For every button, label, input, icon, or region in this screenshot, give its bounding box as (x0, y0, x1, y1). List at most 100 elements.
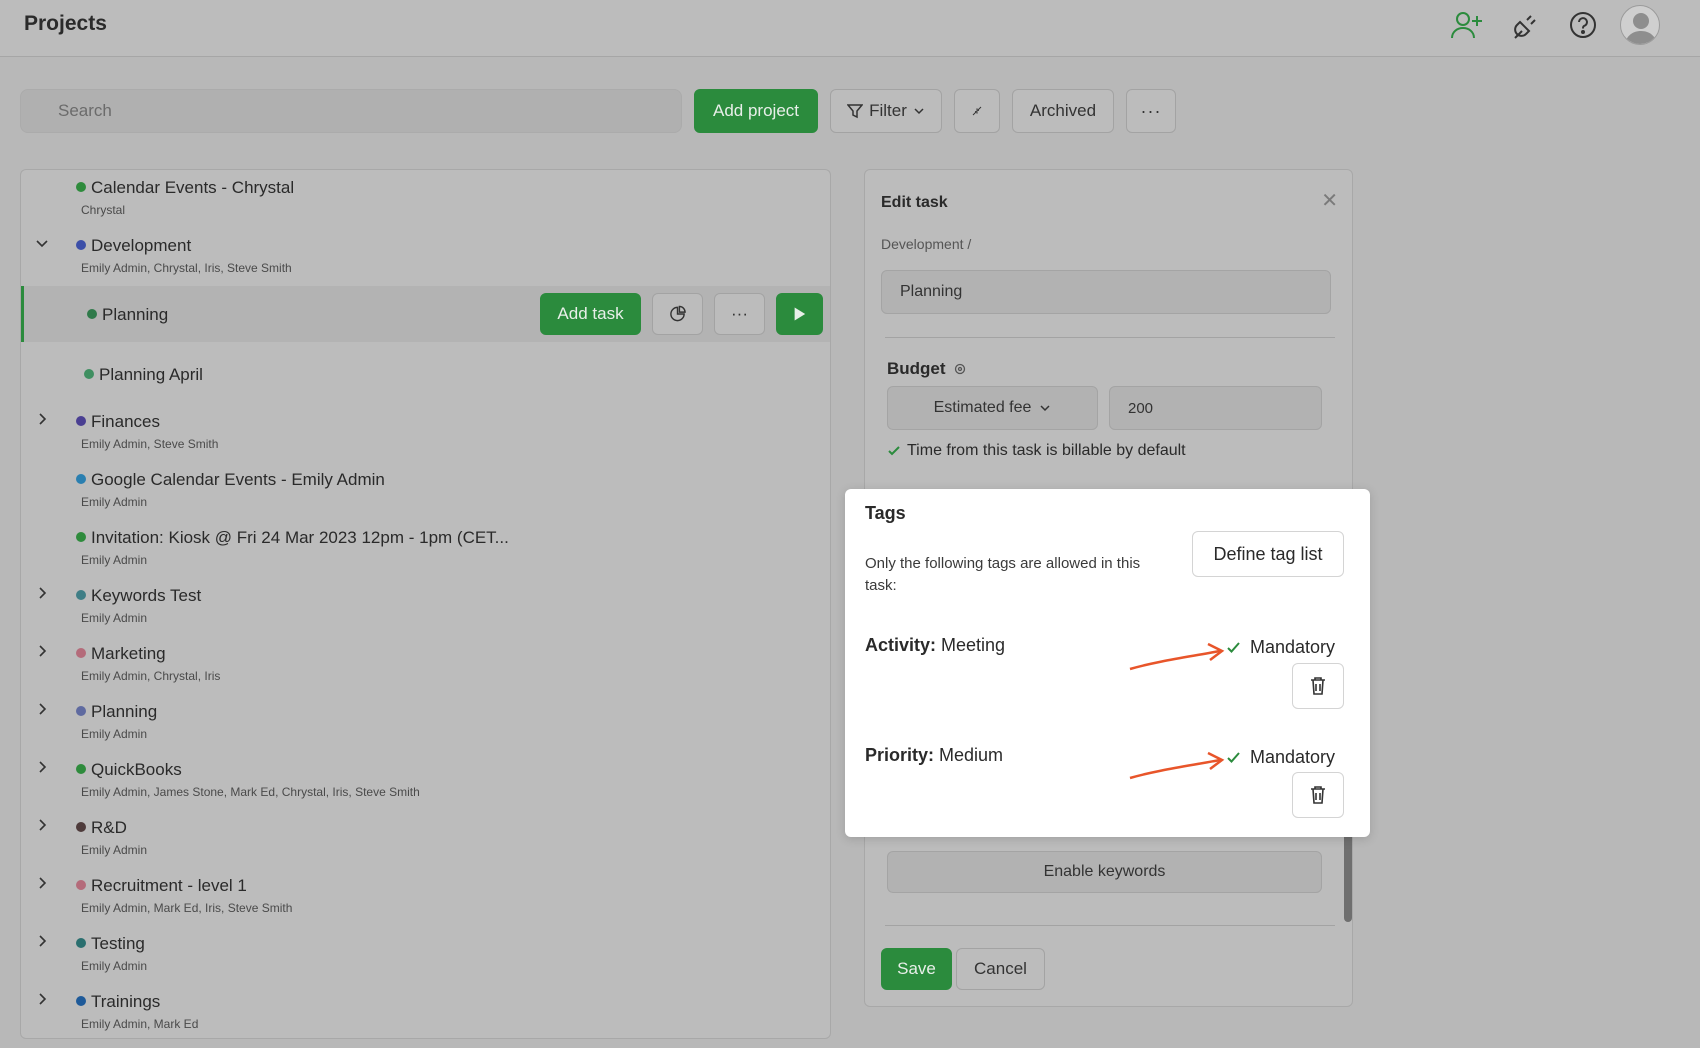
more-button[interactable]: ··· (1126, 89, 1176, 133)
collapse-button[interactable] (954, 89, 1000, 133)
checkbox-checked-icon (1226, 750, 1241, 765)
project-name: Marketing (76, 644, 166, 664)
chevron-right-icon[interactable] (35, 412, 49, 430)
color-dot (76, 706, 86, 716)
pie-chart-icon (670, 305, 686, 322)
chevron-right-icon[interactable] (35, 702, 49, 720)
project-name: Google Calendar Events - Emily Admin (76, 470, 385, 490)
project-members: Emily Admin (81, 727, 148, 741)
help-icon[interactable] (1562, 4, 1604, 46)
project-name: Keywords Test (76, 586, 201, 606)
avatar[interactable] (1620, 5, 1660, 45)
add-project-button[interactable]: Add project (694, 89, 818, 133)
budget-value-input[interactable]: 200 (1109, 386, 1322, 430)
save-button[interactable]: Save (881, 948, 952, 990)
project-name: Development (76, 236, 191, 256)
project-members: Emily Admin, Mark Ed, Iris, Steve Smith (81, 901, 293, 915)
task-name: Planning April (84, 365, 203, 385)
enable-keywords-button[interactable]: Enable keywords (887, 851, 1322, 893)
project-name: Planning (76, 702, 157, 722)
task-name-field[interactable]: Planning (881, 270, 1331, 314)
task-row-selected[interactable]: Planning Add task ··· (21, 286, 830, 342)
color-dot (76, 240, 86, 250)
enable-keywords-label: Enable keywords (1043, 863, 1166, 880)
budget-label: Budget (887, 359, 966, 379)
delete-tag-button[interactable] (1292, 772, 1344, 818)
color-dot (76, 822, 86, 832)
chevron-down-icon[interactable] (35, 236, 49, 254)
billable-label: Time from this task is billable by defau… (907, 442, 1186, 459)
start-timer-button[interactable] (776, 293, 823, 335)
color-dot (76, 880, 86, 890)
divider (885, 925, 1335, 926)
breadcrumb: Development / (881, 236, 972, 252)
mandatory-label: Mandatory (1250, 747, 1336, 767)
color-dot (76, 416, 86, 426)
delete-tag-button[interactable] (1292, 663, 1344, 709)
project-members: Emily Admin, Chrystal, Iris (81, 669, 221, 683)
color-dot (76, 938, 86, 948)
chevron-right-icon[interactable] (35, 876, 49, 894)
task-more-button[interactable]: ··· (714, 293, 765, 335)
chevron-right-icon[interactable] (35, 818, 49, 836)
chevron-down-icon (1040, 405, 1050, 412)
chevron-right-icon[interactable] (35, 644, 49, 662)
color-dot (76, 996, 86, 1006)
budget-chart-button[interactable] (652, 293, 703, 335)
add-task-button[interactable]: Add task (540, 293, 641, 335)
close-icon[interactable]: ✕ (1321, 188, 1338, 213)
cancel-button[interactable]: Cancel (956, 948, 1045, 990)
chevron-right-icon[interactable] (35, 586, 49, 604)
project-members: Emily Admin (81, 495, 148, 509)
color-dot (76, 590, 86, 600)
page-title: Projects (24, 12, 107, 35)
budget-type-select[interactable]: Estimated fee (887, 386, 1098, 430)
top-icons (1446, 4, 1660, 46)
checkbox-checked-icon (1226, 640, 1241, 655)
mandatory-label: Mandatory (1250, 637, 1336, 657)
add-user-icon[interactable] (1446, 4, 1488, 46)
top-bar: Projects (0, 0, 1700, 57)
mandatory-checkbox[interactable]: Mandatory (1226, 637, 1335, 658)
color-dot (76, 182, 86, 192)
plug-icon[interactable] (1504, 4, 1546, 46)
archived-button[interactable]: Archived (1012, 89, 1114, 133)
more-icon: ··· (731, 304, 748, 323)
mandatory-checkbox[interactable]: Mandatory (1226, 747, 1335, 768)
color-dot (76, 764, 86, 774)
project-name: Calendar Events - Chrystal (76, 178, 294, 198)
filter-label: Filter (869, 101, 907, 120)
budget-type-label: Estimated fee (933, 399, 1032, 416)
settings-icon[interactable] (954, 363, 966, 375)
project-name: Recruitment - level 1 (76, 876, 247, 896)
project-members: Emily Admin (81, 553, 148, 567)
project-members: Emily Admin, Mark Ed (81, 1017, 199, 1031)
project-list: Calendar Events - Chrystal Chrystal Deve… (20, 169, 831, 1039)
collapse-icon (972, 106, 982, 116)
annotation-arrow-icon (1129, 751, 1225, 780)
filter-icon (847, 104, 864, 119)
project-members: Emily Admin (81, 843, 148, 857)
project-members: Emily Admin (81, 611, 148, 625)
tag-value: Meeting (941, 635, 1006, 655)
chevron-right-icon[interactable] (35, 992, 49, 1010)
search-input[interactable]: Search (20, 89, 682, 133)
project-name: Trainings (76, 992, 160, 1012)
color-dot (84, 369, 94, 379)
tags-card: Tags Only the following tags are allowed… (845, 489, 1370, 837)
chevron-right-icon[interactable] (35, 760, 49, 778)
tag-priority: Priority: Medium (865, 745, 1003, 766)
checkbox-checked-icon (888, 446, 900, 456)
define-tag-list-button[interactable]: Define tag list (1192, 531, 1344, 577)
chevron-down-icon (914, 108, 924, 115)
chevron-right-icon[interactable] (35, 934, 49, 952)
billable-checkbox[interactable]: Time from this task is billable by defau… (887, 442, 1186, 460)
filter-button[interactable]: Filter (830, 89, 942, 133)
color-dot (76, 474, 86, 484)
project-members: Chrystal (81, 203, 126, 217)
project-members: Emily Admin, James Stone, Mark Ed, Chrys… (81, 785, 420, 799)
edit-task-title: Edit task (881, 194, 948, 211)
project-members: Emily Admin, Chrystal, Iris, Steve Smith (81, 261, 292, 275)
annotation-arrow-icon (1129, 642, 1225, 671)
divider (885, 337, 1335, 338)
